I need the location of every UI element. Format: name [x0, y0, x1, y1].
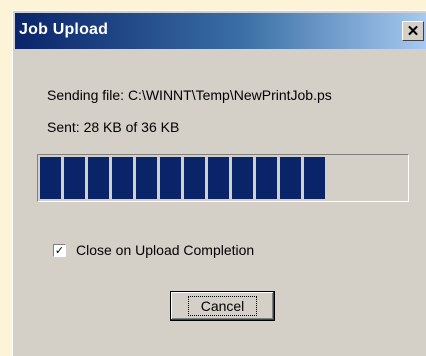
- window-title: Job Upload: [19, 21, 109, 38]
- sent-progress-label: Sent: 28 KB of 36 KB: [47, 119, 180, 135]
- job-upload-dialog: Job Upload ✕ Sending file: C:\WINNT\Temp…: [12, 10, 426, 356]
- close-on-completion-label[interactable]: Close on Upload Completion: [76, 242, 254, 258]
- close-button[interactable]: ✕: [402, 21, 424, 41]
- checkmark-icon: ✓: [54, 243, 65, 257]
- close-x-icon: ✕: [406, 22, 420, 40]
- title-bar[interactable]: Job Upload ✕: [15, 13, 426, 49]
- progress-track: [40, 157, 406, 199]
- cancel-button-label: Cancel: [187, 296, 258, 316]
- upload-progress-bar: [37, 154, 409, 202]
- cancel-button[interactable]: Cancel: [170, 291, 275, 321]
- sending-file-label: Sending file: C:\WINNT\Temp\NewPrintJob.…: [47, 87, 332, 103]
- close-on-completion-checkbox[interactable]: ✓: [53, 243, 66, 257]
- close-on-completion-option[interactable]: ✓ Close on Upload Completion: [53, 242, 254, 258]
- progress-fill: [40, 157, 325, 199]
